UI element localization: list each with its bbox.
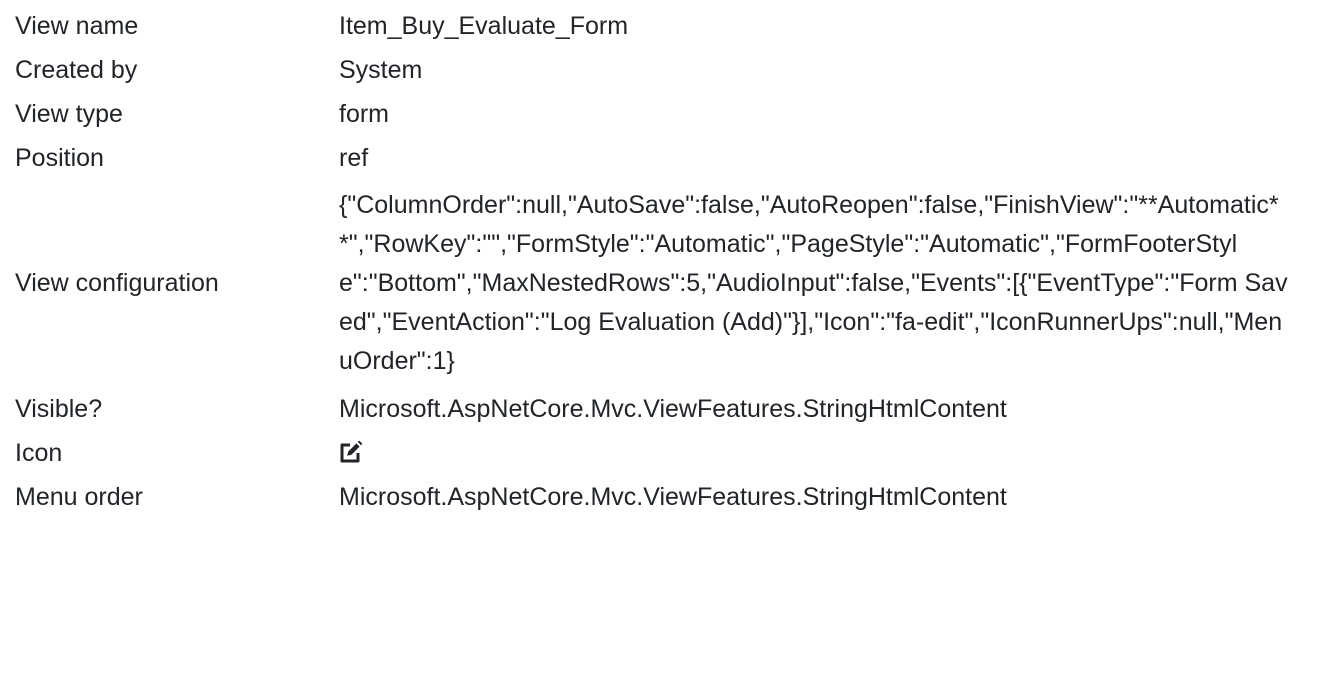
view-configuration-label: View configuration	[15, 269, 219, 297]
view-configuration-value: {"ColumnOrder":null,"AutoSave":false,"Au…	[339, 191, 1288, 375]
row-icon: Icon	[5, 431, 1299, 475]
created-by-label: Created by	[15, 55, 138, 84]
position-value: ref	[339, 143, 369, 172]
view-type-label: View type	[15, 99, 123, 128]
view-type-value: form	[339, 99, 389, 128]
view-name-label: View name	[15, 11, 139, 40]
visible-label: Visible?	[15, 394, 103, 423]
menu-order-label: Menu order	[15, 482, 143, 511]
row-view-name: View name Item_Buy_Evaluate_Form	[5, 4, 1299, 48]
row-view-type: View type form	[5, 92, 1299, 136]
row-created-by: Created by System	[5, 48, 1299, 92]
row-visible: Visible? Microsoft.AspNetCore.Mvc.ViewFe…	[5, 387, 1299, 431]
row-position: Position ref	[5, 136, 1299, 180]
position-label: Position	[15, 143, 104, 172]
row-view-configuration: View configuration {"ColumnOrder":null,"…	[5, 180, 1299, 387]
menu-order-value: Microsoft.AspNetCore.Mvc.ViewFeatures.St…	[339, 482, 1007, 511]
icon-value	[329, 431, 1299, 475]
view-name-value: Item_Buy_Evaluate_Form	[339, 11, 629, 40]
created-by-value: System	[339, 55, 423, 84]
row-menu-order: Menu order Microsoft.AspNetCore.Mvc.View…	[5, 475, 1299, 519]
edit-icon	[339, 437, 363, 462]
icon-label: Icon	[15, 438, 63, 467]
view-details-table: View name Item_Buy_Evaluate_Form Created…	[5, 4, 1299, 519]
visible-value: Microsoft.AspNetCore.Mvc.ViewFeatures.St…	[339, 394, 1007, 423]
